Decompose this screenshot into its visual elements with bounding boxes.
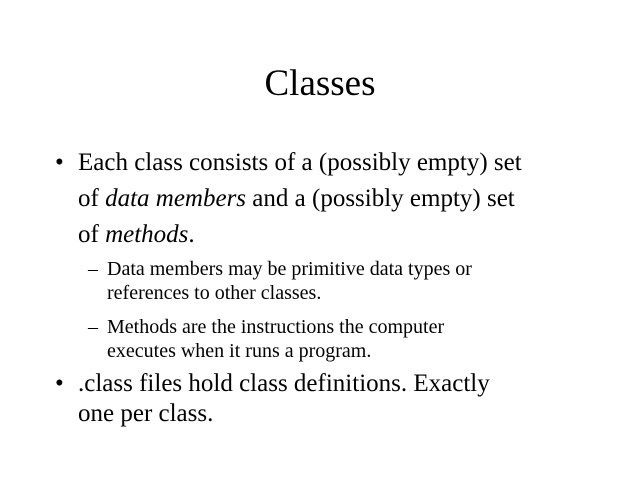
emphasis-text: data members bbox=[105, 185, 247, 212]
sub-bullet-text: Methods are the instructions the compute… bbox=[107, 313, 588, 365]
sub-bullet-marker: – bbox=[88, 258, 98, 280]
text-span: of bbox=[78, 221, 106, 248]
text-span: one per class. bbox=[78, 400, 214, 427]
slide-title: Classes bbox=[264, 63, 376, 104]
sub-bullet-marker: – bbox=[88, 316, 98, 338]
sub-bullet-item: – Data members may be primitive data typ… bbox=[88, 255, 588, 307]
text-span: Each class consists of a (possibly empty… bbox=[78, 149, 522, 176]
bullet-line: of data members and a (possibly empty) s… bbox=[78, 181, 615, 217]
bullet-text: .class files hold class definitions. Exa… bbox=[78, 366, 615, 432]
bullet-line: of methods. bbox=[78, 217, 615, 253]
bullet-marker: • bbox=[55, 370, 64, 397]
bullet-line: Each class consists of a (possibly empty… bbox=[78, 145, 615, 181]
text-span: of bbox=[78, 185, 106, 212]
text-span: Data members may be primitive data types… bbox=[107, 258, 472, 280]
text-span: executes when it runs a program. bbox=[107, 340, 372, 362]
sub-bullet-item: – Methods are the instructions the compu… bbox=[88, 313, 588, 365]
text-span: . bbox=[188, 221, 195, 248]
emphasis-text: methods bbox=[105, 221, 189, 248]
bullet-item: • .class files hold class definitions. E… bbox=[55, 366, 615, 432]
text-span: Methods are the instructions the compute… bbox=[107, 316, 445, 338]
bullet-marker: • bbox=[55, 149, 64, 176]
bullet-item: • Each class consists of a (possibly emp… bbox=[55, 145, 615, 253]
slide: Classes • Each class consists of a (poss… bbox=[0, 0, 640, 480]
text-span: .class files hold class definitions. Exa… bbox=[78, 370, 490, 397]
sub-bullet-text: Data members may be primitive data types… bbox=[107, 255, 588, 307]
text-span: references to other classes. bbox=[107, 282, 322, 304]
bullet-text: Each class consists of a (possibly empty… bbox=[78, 145, 615, 253]
text-span: and a (possibly empty) set bbox=[246, 185, 515, 212]
